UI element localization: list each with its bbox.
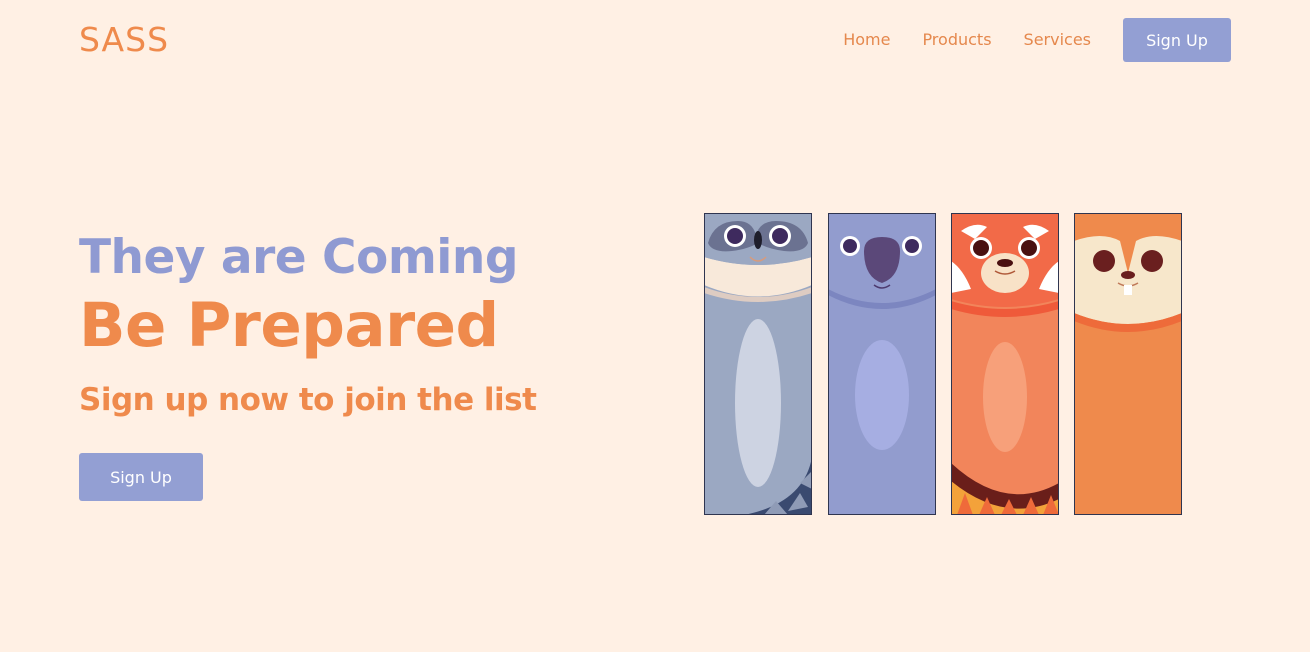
koala-icon	[828, 213, 936, 515]
logo[interactable]: SASS	[79, 20, 169, 60]
hero-title-line1: They are Coming	[79, 230, 519, 285]
nav-link-home[interactable]: Home	[843, 18, 890, 62]
squirrel-card	[1074, 213, 1182, 517]
nav-link-services[interactable]: Services	[1024, 18, 1091, 62]
squirrel-icon	[1074, 213, 1182, 515]
header-signup-button[interactable]: Sign Up	[1123, 18, 1231, 62]
hero-subtitle: Sign up now to join the list	[79, 382, 537, 418]
red-panda-icon	[951, 213, 1059, 515]
main-nav: Home Products Services Sign Up	[843, 18, 1231, 62]
raccoon-icon	[704, 213, 812, 515]
animal-cards	[704, 213, 1184, 517]
landing-page: SASS Home Products Services Sign Up They…	[0, 0, 1310, 652]
raccoon-card	[704, 213, 812, 517]
hero-signup-button[interactable]: Sign Up	[79, 453, 203, 501]
koala-card	[828, 213, 936, 517]
nav-link-products[interactable]: Products	[922, 18, 991, 62]
red-panda-card	[951, 213, 1059, 517]
hero-title-line2: Be Prepared	[79, 290, 499, 361]
